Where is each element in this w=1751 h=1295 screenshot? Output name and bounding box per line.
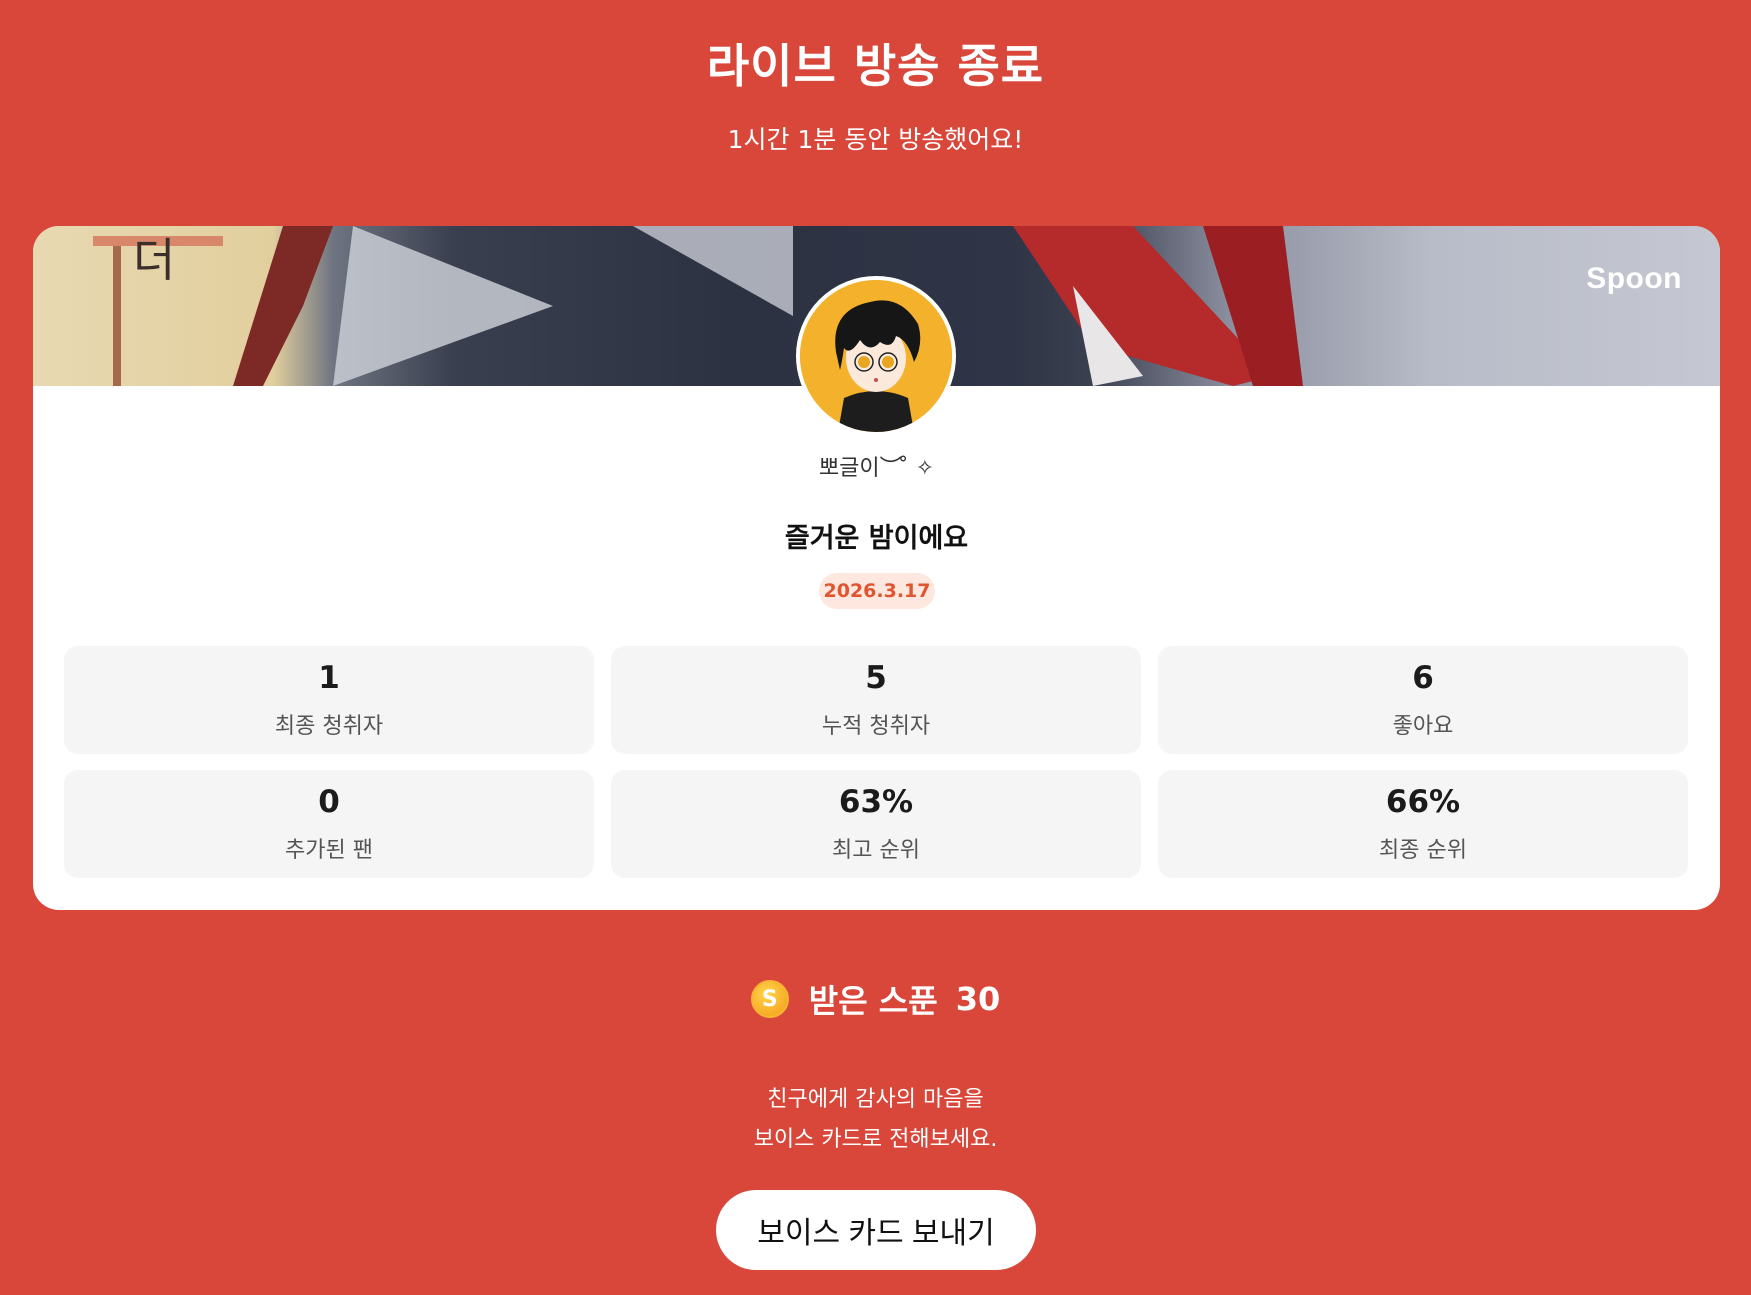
stat-value: 0 (318, 784, 340, 820)
stat-likes: 6 좋아요 (1158, 646, 1688, 754)
stat-label: 누적 청취자 (821, 714, 931, 739)
stat-final-listeners: 1 최종 청취자 (64, 646, 594, 754)
stat-label: 추가된 팬 (285, 838, 373, 863)
stat-label: 최고 순위 (832, 838, 920, 863)
stats-grid: 1 최종 청취자 5 누적 청취자 6 좋아요 0 추가된 팬 63% 최고 순… (64, 646, 1689, 878)
live-title: 즐거운 밤이에요 (784, 523, 969, 554)
live-end-screen: 라이브 방송 종료 1시간 1분 동안 방송했어요! 더 Spoon 뽀글이︶ … (0, 0, 1751, 1295)
stat-final-rank: 66% 최종 순위 (1158, 770, 1688, 878)
thanks-message: 친구에게 감사의 마음을 보이스 카드로 전해보세요. (0, 1080, 1751, 1160)
spoon-logo: Spoon (1586, 262, 1682, 295)
thanks-line-2: 보이스 카드로 전해보세요. (753, 1127, 998, 1152)
stat-value: 66% (1385, 784, 1461, 820)
svg-text:더: 더 (133, 233, 175, 287)
stat-value: 5 (865, 660, 887, 696)
stat-total-listeners: 5 누적 청취자 (611, 646, 1141, 754)
stat-highest-rank: 63% 최고 순위 (611, 770, 1141, 878)
date-badge: 2026.3.17 (819, 573, 935, 609)
stat-value: 1 (318, 660, 340, 696)
avatar-illustration (800, 280, 952, 432)
received-spoons: S 받은 스푼 30 (0, 976, 1751, 1022)
send-voice-card-button[interactable]: 보이스 카드 보내기 (716, 1190, 1036, 1270)
stat-value: 6 (1412, 660, 1434, 696)
received-spoons-label: 받은 스푼 (808, 982, 938, 1020)
stat-label: 최종 순위 (1379, 838, 1467, 863)
stat-label: 좋아요 (1392, 714, 1454, 739)
received-spoons-count: 30 (955, 980, 1001, 1018)
stat-new-fans: 0 추가된 팬 (64, 770, 594, 878)
live-summary-card: 더 Spoon 뽀글이︶ ̊ ✧ 즐거운 밤이에요 2026.3.17 1 최종… (33, 226, 1720, 910)
page-title: 라이브 방송 종료 (706, 39, 1045, 93)
thanks-line-1: 친구에게 감사의 마음을 (767, 1087, 984, 1112)
host-nickname: 뽀글이︶ ̊ ✧ (818, 456, 935, 481)
avatar[interactable] (796, 276, 956, 436)
broadcast-duration: 1시간 1분 동안 방송했어요! (727, 125, 1024, 154)
stat-value: 63% (838, 784, 914, 820)
spoon-coin-icon: S (750, 980, 789, 1018)
stat-label: 최종 청취자 (274, 714, 384, 739)
